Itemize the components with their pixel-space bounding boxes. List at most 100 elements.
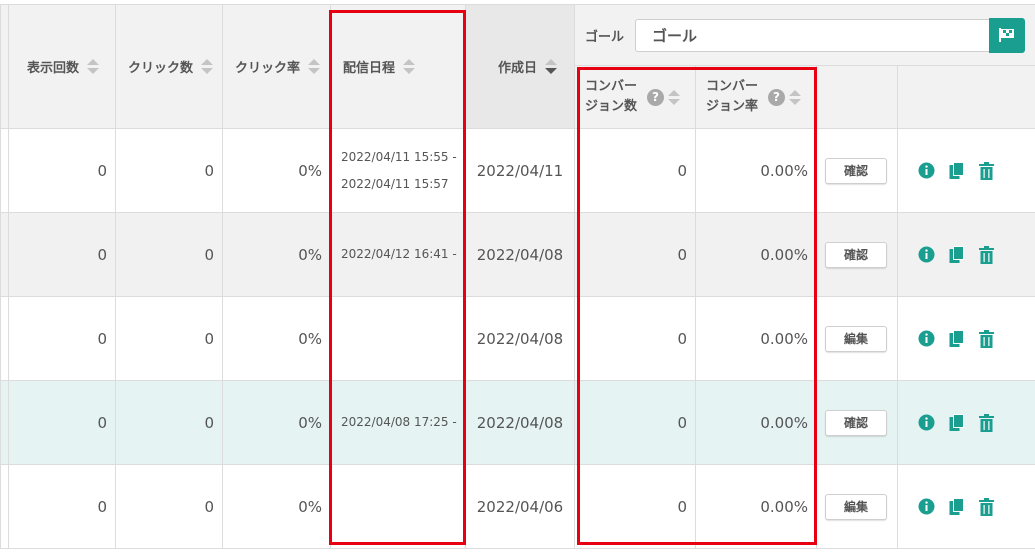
- cell-action: 編集: [816, 296, 898, 381]
- info-icon[interactable]: [918, 330, 935, 347]
- cell-icons: [896, 464, 1035, 549]
- cell-action: 編集: [816, 464, 898, 549]
- cell-impressions: 0: [8, 464, 116, 549]
- row-edge: [0, 296, 9, 381]
- cell-cvr: 0.00%: [695, 380, 817, 465]
- row-edge: [0, 128, 9, 213]
- goal-flag-button[interactable]: [989, 17, 1026, 53]
- cell-conversions: 0: [574, 128, 696, 213]
- goal-label: ゴール: [585, 29, 625, 45]
- sort-icon[interactable]: [201, 59, 214, 74]
- header-created-label: 作成日: [498, 61, 538, 76]
- cell-cvr: 0.00%: [695, 296, 817, 381]
- cell-impressions: 0: [8, 128, 116, 213]
- header-icons: [896, 65, 1035, 129]
- info-icon[interactable]: [918, 498, 935, 515]
- header-ctr-label: クリック率: [235, 61, 301, 76]
- header-cvr[interactable]: コンバー ジョン率 ?: [695, 65, 817, 129]
- header-conversions-label: コンバー ジョン数: [585, 79, 638, 114]
- row-edge: [0, 212, 9, 297]
- action-button[interactable]: 確認: [825, 157, 887, 184]
- cell-icons: [896, 128, 1035, 213]
- info-icon[interactable]: [918, 162, 935, 179]
- table-row: 0 0 0% 2022/04/12 16:41 -2022/04/08 0 0.00% 確認: [0, 212, 1035, 297]
- help-icon[interactable]: ?: [647, 88, 665, 106]
- copy-icon[interactable]: [949, 497, 965, 516]
- sort-desc-icon[interactable]: [545, 59, 558, 74]
- copy-icon[interactable]: [949, 329, 965, 348]
- cell-created: 2022/04/08: [465, 296, 575, 381]
- header-cvr-label: コンバー ジョン率: [706, 79, 759, 114]
- header-clicks-label: クリック数: [128, 61, 194, 76]
- cell-action: 確認: [816, 128, 898, 213]
- header-clicks[interactable]: クリック数: [115, 4, 223, 129]
- row-edge: [0, 380, 9, 465]
- header-schedule-label: 配信日程: [343, 61, 396, 76]
- copy-icon[interactable]: [949, 245, 965, 264]
- cell-conversions: 0: [574, 380, 696, 465]
- cell-impressions: 0: [8, 380, 116, 465]
- cell-clicks: 0: [115, 296, 223, 381]
- cell-ctr: 0%: [222, 464, 331, 549]
- cell-icons: [896, 212, 1035, 297]
- schedule-start: 2022/04/08 17:25 -: [341, 415, 457, 429]
- trash-icon[interactable]: [979, 413, 994, 432]
- sort-icon[interactable]: [789, 89, 802, 105]
- action-button[interactable]: 確認: [825, 409, 887, 436]
- cell-ctr: 0%: [222, 128, 331, 213]
- cell-conversions: 0: [574, 212, 696, 297]
- cell-created: 2022/04/11: [465, 128, 575, 213]
- header-impressions[interactable]: 表示回数: [8, 4, 116, 129]
- table-row: 0 0 0% 2022/04/11 15:55 -2022/04/11 15:57 20…: [0, 128, 1035, 213]
- header-action: [816, 65, 898, 129]
- cell-schedule: [330, 464, 466, 549]
- sort-icon[interactable]: [308, 59, 321, 74]
- copy-icon[interactable]: [949, 161, 965, 180]
- schedule-start: 2022/04/12 16:41 -: [341, 247, 457, 261]
- trash-icon[interactable]: [979, 497, 994, 516]
- cell-schedule: 2022/04/08 17:25 -: [330, 380, 466, 465]
- header-schedule[interactable]: 配信日程: [330, 4, 466, 129]
- cell-clicks: 0: [115, 128, 223, 213]
- campaign-table-view: 表示回数 クリック数 クリック率 配信日程 作成日 ゴール ゴール コンバー ジ…: [0, 0, 1035, 555]
- campaign-table: 表示回数 クリック数 クリック率 配信日程 作成日 ゴール ゴール コンバー ジ…: [0, 4, 1035, 549]
- goal-filter-header: ゴール ゴール: [573, 4, 1035, 66]
- goal-input[interactable]: ゴール: [635, 18, 990, 52]
- cell-created: 2022/04/06: [465, 464, 575, 549]
- cell-action: 確認: [816, 380, 898, 465]
- trash-icon[interactable]: [979, 329, 994, 348]
- cell-icons: [896, 296, 1035, 381]
- cell-created: 2022/04/08: [465, 212, 575, 297]
- cell-schedule: 2022/04/11 15:55 - 2022/04/11 15:57: [330, 128, 466, 213]
- cell-impressions: 0: [8, 296, 116, 381]
- schedule-start: 2022/04/11 15:55 -: [341, 149, 457, 164]
- table-row: 0 0 0% 2022/04/08 0 0.00% 編集: [0, 296, 1035, 381]
- cell-conversions: 0: [574, 464, 696, 549]
- cell-impressions: 0: [8, 212, 116, 297]
- flag-icon: [999, 28, 1015, 42]
- cell-conversions: 0: [574, 296, 696, 381]
- cell-ctr: 0%: [222, 212, 331, 297]
- copy-icon[interactable]: [949, 413, 965, 432]
- help-icon[interactable]: ?: [768, 88, 786, 106]
- cell-cvr: 0.00%: [695, 128, 817, 213]
- sort-icon[interactable]: [87, 59, 100, 74]
- info-icon[interactable]: [918, 414, 935, 431]
- trash-icon[interactable]: [979, 245, 994, 264]
- header-created[interactable]: 作成日: [465, 4, 575, 129]
- action-button[interactable]: 確認: [825, 241, 887, 268]
- sort-icon[interactable]: [403, 59, 416, 74]
- action-button[interactable]: 編集: [825, 493, 887, 520]
- header-ctr[interactable]: クリック率: [222, 4, 331, 129]
- header-conversions[interactable]: コンバー ジョン数 ?: [574, 65, 696, 129]
- cell-created: 2022/04/08: [465, 380, 575, 465]
- sort-icon[interactable]: [668, 89, 681, 105]
- info-icon[interactable]: [918, 246, 935, 263]
- cell-clicks: 0: [115, 380, 223, 465]
- trash-icon[interactable]: [979, 161, 994, 180]
- cell-schedule: 2022/04/12 16:41 -: [330, 212, 466, 297]
- action-button[interactable]: 編集: [825, 325, 887, 352]
- cell-cvr: 0.00%: [695, 212, 817, 297]
- cell-clicks: 0: [115, 212, 223, 297]
- cell-schedule: [330, 296, 466, 381]
